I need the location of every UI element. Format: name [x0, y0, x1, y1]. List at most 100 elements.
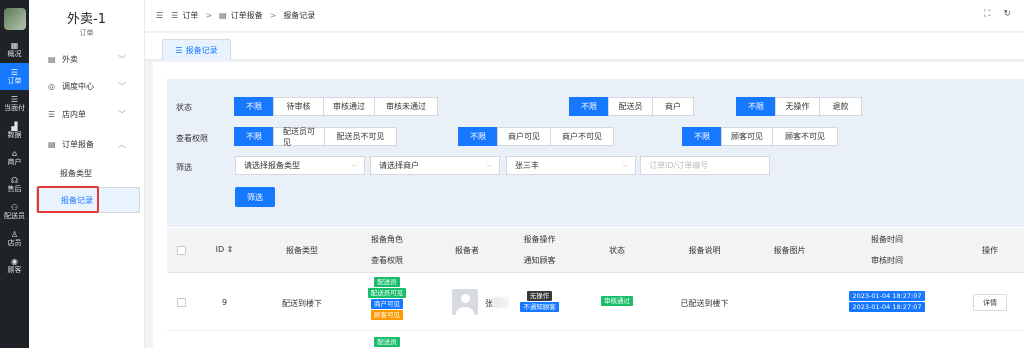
- breadcrumb: ☰ 订单 > ▤ 订单报备 > 报备记录: [171, 10, 315, 21]
- customer-vis-option-visible[interactable]: 顾客可见: [721, 127, 773, 146]
- status-badge: 审核通过: [601, 296, 633, 306]
- merchant-vis-option-all[interactable]: 不限: [458, 127, 498, 146]
- row-role-tags: 配送员 配送员可见 商户可见 顾客可见: [352, 276, 422, 320]
- col-image: 报备图片: [773, 246, 806, 255]
- sidebar-subtitle: 订单: [79, 29, 94, 37]
- rail-item-data[interactable]: ▟ 数据: [0, 117, 29, 144]
- col-report-type: 报备类型: [286, 246, 318, 255]
- col-reporter: 报备者: [455, 246, 479, 255]
- refresh-icon[interactable]: ↻: [1003, 9, 1011, 19]
- select-all-checkbox[interactable]: [177, 246, 186, 255]
- sidebar-item-dispatch[interactable]: ◎ 调度中心 ﹀: [29, 75, 145, 97]
- headset-icon: ☊: [10, 175, 19, 185]
- col-description: 报备说明: [688, 246, 721, 255]
- customer-vis-option-hidden[interactable]: 顾客不可见: [772, 127, 838, 146]
- customer-visibility-group: 不限 顾客可见 顾客不可见: [682, 127, 838, 146]
- chevron-down-icon: ⌵: [486, 161, 492, 169]
- sidebar-item-takeout[interactable]: ▤ 外卖 ﹀: [29, 48, 145, 70]
- top-bar: ☰ ☰ 订单 > ▤ 订单报备 > 报备记录 ⛶ ↻: [145, 0, 1024, 32]
- col-id[interactable]: ID ⇕: [207, 245, 242, 254]
- sidebar-subitem-report-type[interactable]: 报备类型: [29, 162, 145, 184]
- col-audit-time: 审核时间: [871, 256, 903, 265]
- tab-report-record[interactable]: ☰ 报备记录: [162, 39, 231, 60]
- rail-item-customer[interactable]: ◉ 顾客: [0, 252, 29, 279]
- menu-toggle-icon[interactable]: ☰: [156, 11, 163, 20]
- table-header: ID ⇕ 报备类型 报备角色 查看权限 报备者 报备操作 通知顾客 状态 报备说…: [167, 228, 1024, 273]
- filter-submit-button[interactable]: 筛选: [235, 187, 275, 207]
- role-option-all[interactable]: 不限: [569, 97, 609, 116]
- fullscreen-icon[interactable]: ⛶: [984, 9, 990, 19]
- icon-rail: ▦ 概况 ☰ 订单 ☰ 当面付 ▟ 数据 ⌂ 商户 ☊ 售后 ⚇ 配送员 ♙ 店员 ◉ 顾客: [0, 0, 29, 348]
- tag-no-action: 无操作: [526, 291, 553, 301]
- col-status: 状态: [609, 246, 625, 255]
- rail-item-overview[interactable]: ▦ 概况: [0, 36, 29, 63]
- list-icon: ☰: [48, 109, 56, 119]
- breadcrumb-separator: >: [269, 11, 277, 20]
- rail-item-staff[interactable]: ♙ 店员: [0, 225, 29, 252]
- rider-visibility-group: 不限 配送员可见 配送员不可见: [234, 127, 397, 147]
- rider-vis-option-hidden[interactable]: 配送员不可见: [324, 127, 397, 146]
- list-icon: ☰: [10, 94, 19, 104]
- merchant-vis-option-visible[interactable]: 商户可见: [497, 127, 551, 146]
- permission-label: 查看权限: [176, 134, 208, 143]
- customer-icon: ◉: [11, 256, 18, 266]
- tag-customer-visible: 顾客可见: [371, 310, 403, 320]
- action-option-refund[interactable]: 退款: [819, 97, 862, 116]
- doc-icon: ▤: [48, 139, 56, 149]
- rail-item-face-pay[interactable]: ☰ 当面付: [0, 90, 29, 117]
- row-id: 9: [221, 298, 228, 307]
- grid-icon: ▦: [10, 40, 19, 50]
- merchant-vis-option-hidden[interactable]: 商户不可见: [550, 127, 614, 146]
- merchant-select[interactable]: 请选择商户 ⌵: [370, 156, 500, 175]
- row-action-tags: 无操作 不通知顾客: [512, 290, 567, 312]
- tag-rider: 配送员: [374, 277, 400, 287]
- rail-item-orders[interactable]: ☰ 订单: [0, 63, 29, 90]
- status-option-approved[interactable]: 审核通过: [323, 97, 375, 116]
- status-option-rejected[interactable]: 审核未通过: [374, 97, 438, 116]
- rail-item-aftersale[interactable]: ☊ 售后: [0, 171, 29, 198]
- col-report-role: 报备角色: [371, 235, 403, 244]
- report-type-select[interactable]: 请选择报备类型 ⌵: [235, 156, 365, 175]
- role-option-merchant[interactable]: 商户: [652, 97, 694, 116]
- sidebar-title: 外卖-1: [67, 12, 106, 27]
- rail-item-merchant[interactable]: ⌂ 商户: [0, 144, 29, 171]
- chevron-down-icon: ⌵: [622, 161, 628, 169]
- rail-item-rider[interactable]: ⚇ 配送员: [0, 198, 29, 225]
- status-label: 状态: [176, 103, 192, 112]
- row-report-type: 配送到楼下: [282, 299, 322, 308]
- action-option-none[interactable]: 无操作: [775, 97, 820, 116]
- tag-rider-visible: 配送员可见: [367, 288, 407, 298]
- redacted-name: [493, 297, 509, 308]
- role-option-rider[interactable]: 配送员: [608, 97, 653, 116]
- sidebar-item-order-report[interactable]: ▤ 订单报备 ︿: [29, 133, 145, 155]
- detail-button[interactable]: 详情: [973, 294, 1007, 311]
- status-option-all[interactable]: 不限: [234, 97, 274, 116]
- status-option-pending[interactable]: 待审核: [273, 97, 324, 116]
- audit-time-badge: 2023-01-04 18:27:07: [849, 302, 925, 312]
- row-status: 审核通过: [592, 295, 642, 306]
- doc-icon: ▤: [219, 11, 227, 20]
- filter-label: 筛选: [176, 163, 192, 172]
- order-id-input[interactable]: 订单ID/订单编号: [640, 156, 770, 175]
- row-role-tags: 配送员: [352, 336, 422, 347]
- customer-vis-option-all[interactable]: 不限: [682, 127, 722, 146]
- tag-no-notify: 不通知顾客: [520, 302, 559, 312]
- bar-chart-icon: ▟: [11, 121, 18, 131]
- action-option-all[interactable]: 不限: [736, 97, 776, 116]
- row-checkbox[interactable]: [177, 298, 186, 307]
- store-icon: ⌂: [11, 148, 18, 158]
- chevron-down-icon: ⌵: [351, 161, 357, 169]
- reporter-select[interactable]: 张三丰 ⌵: [506, 156, 636, 175]
- user-icon: ♙: [10, 229, 19, 239]
- list-icon: ☰: [171, 11, 179, 20]
- tag-merchant-visible: 商户可见: [371, 299, 403, 309]
- sidebar-item-dine-in[interactable]: ☰ 店内单 ﹀: [29, 103, 145, 125]
- rider-vis-option-visible[interactable]: 配送员可见: [273, 127, 325, 147]
- chevron-down-icon: ﹀: [118, 54, 126, 64]
- breadcrumb-item[interactable]: 订单报备: [231, 10, 263, 21]
- main-content: 状态 不限 待审核 审核通过 审核未通过 不限 配送员 商户 不限 无操作 退款…: [153, 62, 1024, 348]
- breadcrumb-item[interactable]: 订单: [182, 10, 198, 21]
- rider-vis-option-all[interactable]: 不限: [234, 127, 274, 146]
- list-icon: ☰: [10, 67, 19, 77]
- avatar: [452, 289, 478, 315]
